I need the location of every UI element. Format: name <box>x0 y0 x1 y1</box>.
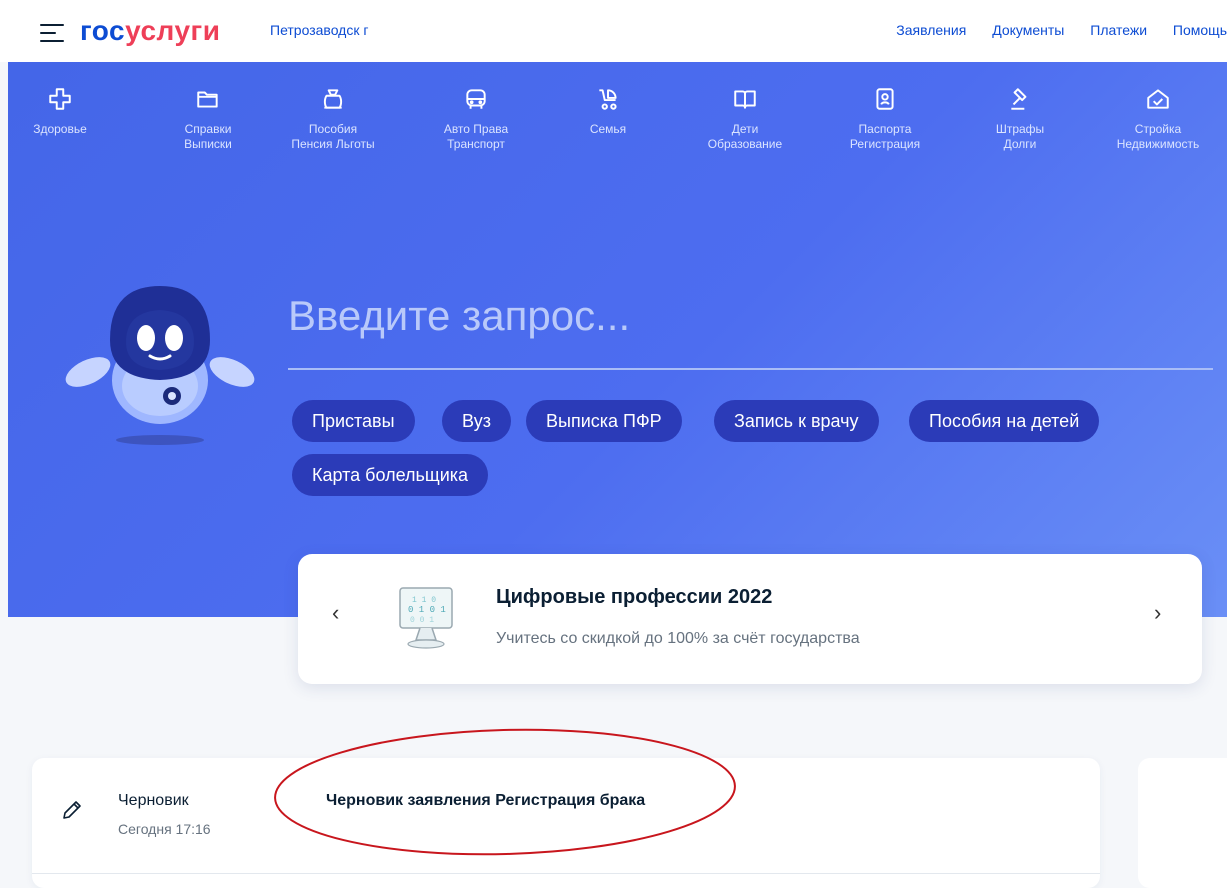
house-icon <box>1147 89 1169 109</box>
book-icon <box>734 90 756 109</box>
gosuslugi-logo[interactable]: госуслуги <box>80 14 220 48</box>
passport-icon <box>876 88 894 110</box>
category-passports[interactable]: Паспорта Регистрация <box>825 86 945 152</box>
side-card <box>1138 758 1227 888</box>
banner-prev-button[interactable]: ‹ <box>332 600 339 626</box>
category-label: Стройка <box>1134 122 1182 136</box>
category-label: Пособия <box>308 122 358 136</box>
hero-section: Здоровье Справки Выписки Пособия Пенсия … <box>8 62 1227 617</box>
draft-divider <box>32 873 1100 874</box>
city-selector[interactable]: Петрозаводск г <box>270 20 368 40</box>
stroller-icon <box>599 89 617 110</box>
pencil-icon <box>63 801 81 819</box>
category-label-2: Образование <box>707 137 783 151</box>
category-label: Паспорта <box>858 122 912 136</box>
category-label-2: Недвижимость <box>1116 137 1200 151</box>
category-label: Справки <box>184 122 232 136</box>
category-label-2: Выписки <box>184 137 232 151</box>
gavel-icon <box>1011 88 1027 110</box>
banner-subtitle: Учитесь со скидкой до 100% за счёт госуд… <box>496 630 860 647</box>
category-benefits[interactable]: Пособия Пенсия Льготы <box>273 86 393 152</box>
banner-title: Цифровые профессии 2022 <box>496 586 773 608</box>
category-label: Семья <box>589 122 627 136</box>
category-children[interactable]: Дети Образование <box>685 86 805 152</box>
svg-text:0 0 1: 0 0 1 <box>410 616 434 625</box>
chip-bailiffs[interactable]: Приставы <box>292 400 415 442</box>
category-label-2: Пенсия Льготы <box>291 137 375 151</box>
chip-child-benefits[interactable]: Пособия на детей <box>909 400 1100 442</box>
search-input[interactable]: Введите запрос... <box>288 290 630 342</box>
svg-text:1 1 0: 1 1 0 <box>412 596 436 605</box>
category-label: Дети <box>731 122 759 136</box>
medical-cross-icon <box>49 88 71 110</box>
computer-icon: 1 1 0 0 1 0 1 0 0 1 <box>399 587 453 649</box>
category-label: Здоровье <box>33 122 87 136</box>
wallet-icon <box>323 89 343 109</box>
nav-payments[interactable]: Платежи <box>1090 22 1147 38</box>
chip-pfr-extract[interactable]: Выписка ПФР <box>526 400 682 442</box>
category-auto[interactable]: Авто Права Транспорт <box>416 86 536 152</box>
nav-applications[interactable]: Заявления <box>896 22 966 38</box>
category-label-2: Регистрация <box>849 137 921 151</box>
category-label-2: Транспорт <box>447 137 505 151</box>
draft-status-label: Черновик <box>118 792 189 809</box>
draft-timestamp: Сегодня 17:16 <box>118 821 211 837</box>
nav-help[interactable]: Помощь <box>1173 22 1227 38</box>
menu-icon[interactable] <box>40 24 64 42</box>
category-certificates[interactable]: Справки Выписки <box>148 86 268 152</box>
top-header: госуслуги Петрозаводск г Заявления Докум… <box>0 0 1227 62</box>
svg-text:0 1 0 1: 0 1 0 1 <box>408 605 446 615</box>
chip-doctor-appointment[interactable]: Запись к врачу <box>714 400 879 442</box>
category-bar: Здоровье Справки Выписки Пособия Пенсия … <box>8 62 1227 202</box>
nav-documents[interactable]: Документы <box>992 22 1064 38</box>
category-label-2: Долги <box>1003 137 1037 151</box>
folder-icon <box>197 91 218 108</box>
category-construction[interactable]: Стройка Недвижимость <box>1098 86 1218 152</box>
chip-fan-card[interactable]: Карта болельщика <box>292 454 489 496</box>
search-underline <box>288 368 1213 370</box>
category-fines[interactable]: Штрафы Долги <box>960 86 1080 152</box>
robot-mascot <box>65 286 255 445</box>
annotation-oval <box>274 728 736 856</box>
category-health[interactable]: Здоровье <box>10 86 110 137</box>
category-family[interactable]: Семья <box>548 86 668 137</box>
top-nav: Заявления Документы Платежи Помощь <box>874 20 1227 40</box>
car-icon <box>466 89 486 109</box>
promo-banner[interactable]: ‹ 1 1 0 0 1 0 1 0 0 1 Цифровые профессии… <box>298 554 1202 684</box>
category-label: Штрафы <box>995 122 1045 136</box>
category-label: Авто Права <box>443 122 509 136</box>
chip-university[interactable]: Вуз <box>442 400 512 442</box>
banner-next-button[interactable]: › <box>1154 600 1161 626</box>
